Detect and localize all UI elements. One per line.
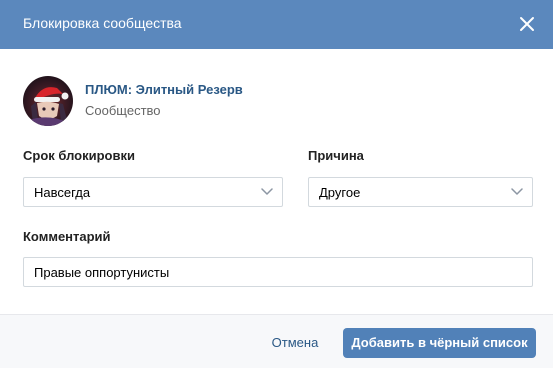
- chevron-down-icon: [511, 188, 523, 196]
- block-period-label: Срок блокировки: [23, 148, 135, 163]
- chevron-down-icon: [261, 188, 273, 196]
- comment-value: Правые оппортунисты: [34, 265, 170, 280]
- community-avatar: [23, 76, 73, 126]
- dialog-header: Блокировка сообщества: [0, 0, 553, 49]
- block-period-select[interactable]: Навсегда: [23, 177, 283, 207]
- dialog-footer: Отмена Добавить в чёрный список: [0, 314, 553, 368]
- add-to-blacklist-button[interactable]: Добавить в чёрный список: [343, 328, 536, 358]
- reason-select[interactable]: Другое: [308, 177, 533, 207]
- community-name-link[interactable]: ПЛЮМ: Элитный Резерв: [85, 82, 243, 98]
- community-type: Сообщество: [85, 103, 161, 118]
- comment-label: Комментарий: [23, 229, 111, 244]
- block-period-value: Навсегда: [34, 185, 91, 200]
- dialog-title: Блокировка сообщества: [23, 15, 182, 31]
- comment-input[interactable]: Правые оппортунисты: [23, 257, 533, 287]
- close-icon[interactable]: [517, 14, 537, 34]
- reason-value: Другое: [319, 185, 361, 200]
- block-community-dialog: Блокировка сообщества ПЛЮМ: Элитный Резе…: [0, 0, 553, 368]
- cancel-button[interactable]: Отмена: [261, 334, 329, 352]
- reason-label: Причина: [308, 148, 364, 163]
